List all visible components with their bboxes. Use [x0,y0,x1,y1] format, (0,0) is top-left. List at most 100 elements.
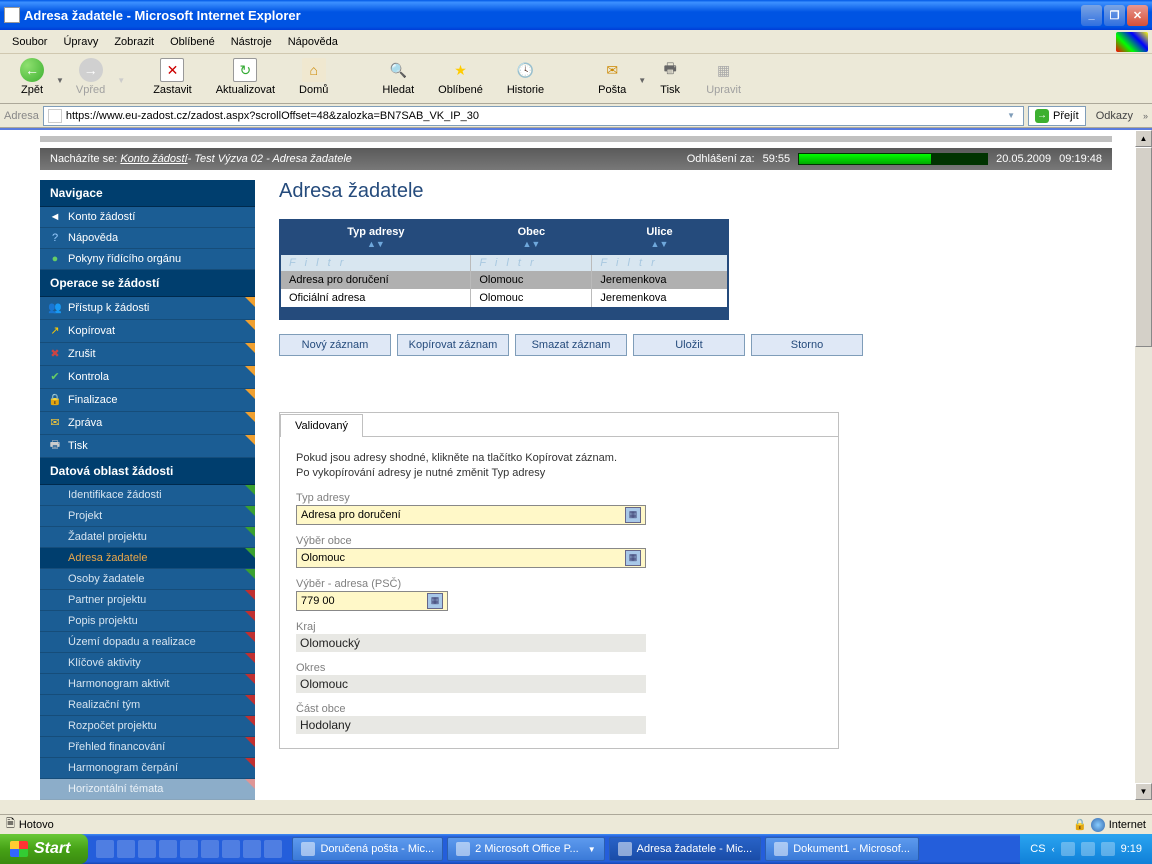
ops-item-finalize[interactable]: 🔒Finalizace [40,389,255,412]
data-item-uzemi[interactable]: Území dopadu a realizace [40,632,255,653]
ql-icon[interactable] [180,840,198,858]
menu-favorites[interactable]: Oblíbené [162,33,223,51]
nav-item-help[interactable]: ?Nápověda [40,228,255,249]
task-item-ie[interactable]: Adresa žadatele - Mic... [609,837,762,861]
sort-icon[interactable]: ▲▼ [367,239,385,249]
data-item-harmonogram[interactable]: Harmonogram aktivit [40,674,255,695]
lang-indicator[interactable]: CS [1030,843,1045,855]
col-ulice[interactable]: Ulice▲▼ [592,220,728,255]
scroll-thumb[interactable] [1135,147,1152,347]
data-item-cerpani[interactable]: Harmonogram čerpání [40,758,255,779]
col-obec[interactable]: Obec▲▼ [471,220,592,255]
field-typ[interactable]: Adresa pro doručení▦ [296,505,646,525]
page-icon [48,109,62,123]
forward-icon: → [79,58,103,82]
ql-icon[interactable] [96,840,114,858]
data-item-rozpocet[interactable]: Rozpočet projektu [40,716,255,737]
ops-item-cancel[interactable]: ✖Zrušit [40,343,255,366]
cancel-button[interactable]: Storno [751,334,863,356]
sort-icon[interactable]: ▲▼ [522,239,540,249]
stop-button[interactable]: ✕Zastavit [141,58,204,103]
copy-button[interactable]: Kopírovat záznam [397,334,509,356]
picker-icon[interactable]: ▦ [625,507,641,523]
table-row[interactable]: Adresa pro doručeníOlomoucJeremenkova [280,271,728,289]
tray-expand-icon[interactable]: ‹ [1052,844,1055,854]
refresh-button[interactable]: ↻Aktualizovat [204,58,287,103]
ql-icon[interactable] [264,840,282,858]
search-button[interactable]: 🔍Hledat [370,58,426,103]
tray-icon[interactable] [1061,842,1075,856]
minimize-button[interactable]: _ [1081,5,1102,26]
menu-tools[interactable]: Nástroje [223,33,280,51]
ql-icon[interactable] [201,840,219,858]
col-typ[interactable]: Typ adresy▲▼ [280,220,471,255]
menu-help[interactable]: Nápověda [280,33,346,51]
url-box[interactable]: ▼ [43,106,1024,126]
data-item-financovani[interactable]: Přehled financování [40,737,255,758]
scroll-up-button[interactable]: ▲ [1135,130,1152,147]
data-item-partner[interactable]: Partner projektu [40,590,255,611]
favorites-button[interactable]: ★Oblíbené [426,58,495,103]
filter-row[interactable]: F i l t rF i l t rF i l t r [280,255,728,271]
history-button[interactable]: 🕓Historie [495,58,556,103]
ops-item-print[interactable]: 🖶Tisk [40,435,255,458]
ops-item-message[interactable]: ✉Zpráva [40,412,255,435]
url-dropdown-icon[interactable]: ▼ [1003,111,1019,120]
mail-button[interactable]: ✉Pošta [586,58,638,103]
menu-file[interactable]: Soubor [4,33,55,51]
go-button[interactable]: →Přejít [1028,106,1086,126]
links-label[interactable]: Odkazy [1090,110,1139,122]
data-item-osoby[interactable]: Osoby žadatele [40,569,255,590]
ql-icon[interactable] [243,840,261,858]
chevron-icon[interactable]: » [1143,111,1148,121]
back-button[interactable]: ←Zpět [8,58,56,103]
task-item-office[interactable]: 2 Microsoft Office P...▼ [447,837,604,861]
menu-view[interactable]: Zobrazit [106,33,162,51]
scroll-down-button[interactable]: ▼ [1135,783,1152,800]
home-icon: ⌂ [302,58,326,82]
task-item-word[interactable]: Dokument1 - Microsof... [765,837,919,861]
ql-icon[interactable] [159,840,177,858]
close-button[interactable]: ✕ [1127,5,1148,26]
clock[interactable]: 9:19 [1121,843,1142,855]
home-button[interactable]: ⌂Domů [287,58,340,103]
data-item-popis[interactable]: Popis projektu [40,611,255,632]
save-button[interactable]: Uložit [633,334,745,356]
task-item-outlook[interactable]: Doručená pošta - Mic... [292,837,443,861]
tray-icon[interactable] [1081,842,1095,856]
data-item-horizontal[interactable]: Horizontální témata [40,779,255,800]
ops-item-copy[interactable]: ↗Kopírovat [40,320,255,343]
forward-button[interactable]: →Vpřed [64,58,117,103]
data-item-identifikace[interactable]: Identifikace žádosti [40,485,255,506]
sort-icon[interactable]: ▲▼ [651,239,669,249]
tray-icon[interactable] [1101,842,1115,856]
table-row[interactable]: Oficiální adresaOlomoucJeremenkova [280,289,728,307]
ops-item-check[interactable]: ✔Kontrola [40,366,255,389]
picker-icon[interactable]: ▦ [625,550,641,566]
ql-icon[interactable] [138,840,156,858]
field-obec[interactable]: Olomouc▦ [296,548,646,568]
ql-icon[interactable] [222,840,240,858]
vertical-scrollbar[interactable]: ▲ ▼ [1135,130,1152,800]
print-button[interactable]: 🖶Tisk [646,58,694,103]
breadcrumb-link[interactable]: Konto žádostí [120,153,187,165]
nav-item-pokyny[interactable]: ●Pokyny řídícího orgánu [40,249,255,270]
data-item-zadatel[interactable]: Žadatel projektu [40,527,255,548]
url-input[interactable] [66,110,1003,122]
maximize-button[interactable]: ❐ [1104,5,1125,26]
data-item-klicove[interactable]: Klíčové aktivity [40,653,255,674]
data-item-adresa[interactable]: Adresa žadatele [40,548,255,569]
delete-button[interactable]: Smazat záznam [515,334,627,356]
data-item-tym[interactable]: Realizační tým [40,695,255,716]
field-psc[interactable]: 779 00▦ [296,591,448,611]
new-button[interactable]: Nový záznam [279,334,391,356]
data-item-projekt[interactable]: Projekt [40,506,255,527]
start-button[interactable]: Start [0,834,88,864]
edit-button[interactable]: ▦Upravit [694,58,753,103]
ql-icon[interactable] [117,840,135,858]
tab-validated[interactable]: Validovaný [280,414,363,437]
nav-item-konto[interactable]: ◄Konto žádostí [40,207,255,228]
picker-icon[interactable]: ▦ [427,593,443,609]
ops-item-access[interactable]: 👥Přístup k žádosti [40,297,255,320]
menu-edit[interactable]: Úpravy [55,33,106,51]
